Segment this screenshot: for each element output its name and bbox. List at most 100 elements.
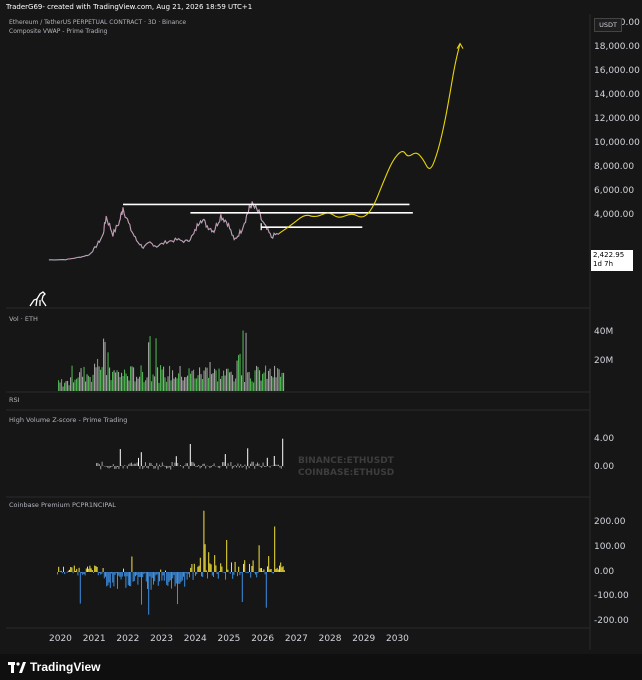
volume-bar	[248, 372, 250, 391]
volume-bar	[221, 376, 223, 391]
premium-bar	[244, 560, 246, 572]
volume-bar	[152, 374, 154, 391]
zscore-bar	[210, 466, 212, 468]
volume-bar	[70, 377, 72, 391]
premium-bar	[226, 540, 228, 572]
price-tick-label: 16,000.00	[594, 66, 640, 76]
tradingview-logo[interactable]: TradingView	[8, 660, 100, 674]
zscore-bar	[272, 465, 274, 466]
premium-bar	[151, 572, 153, 578]
premium-bar	[221, 566, 223, 572]
premium-bar	[277, 569, 279, 572]
zscore-bar	[159, 464, 160, 466]
premium-bar	[256, 572, 258, 578]
zscore-bar	[275, 464, 277, 466]
zscore-bar	[237, 463, 239, 466]
premium-bar	[276, 567, 278, 572]
premium-bar	[171, 572, 172, 589]
volume-bar	[89, 377, 91, 391]
volume-bar	[203, 370, 205, 391]
zscore-bar	[163, 465, 165, 466]
projection-arrowhead	[456, 42, 464, 49]
zscore-bar	[240, 464, 242, 466]
zscore-bar	[269, 466, 271, 468]
premium-bar	[282, 566, 284, 572]
premium-bar	[145, 572, 147, 582]
premium-bar	[129, 572, 130, 586]
zscore-bar	[280, 466, 282, 469]
volume-bar	[190, 373, 192, 391]
volume-bar	[230, 371, 232, 391]
volume-bar	[236, 360, 238, 391]
premium-bar	[109, 572, 111, 588]
zscore-bar	[259, 466, 261, 467]
volume-bar	[169, 365, 171, 391]
premium-tick-label: 0.00	[594, 567, 614, 577]
volume-bar	[133, 367, 135, 391]
zscore-bar	[149, 462, 151, 466]
volume-bar	[97, 358, 99, 391]
volume-bar	[155, 338, 157, 391]
zscore-bar	[205, 466, 207, 469]
premium-bar	[118, 572, 120, 576]
volume-bar	[226, 368, 228, 391]
premium-bar	[76, 568, 78, 572]
zscore-bar	[150, 463, 152, 466]
zscore-bar	[196, 466, 198, 467]
zscore-bar	[168, 466, 170, 468]
premium-bar	[102, 568, 104, 572]
zscore-bar	[126, 466, 128, 469]
pane-separators	[6, 14, 591, 650]
premium-bar	[126, 572, 128, 577]
volume-bar	[104, 341, 106, 391]
zscore-bar	[146, 466, 148, 468]
zscore-bar	[117, 466, 118, 467]
volume-bar	[158, 382, 160, 391]
premium-bar	[237, 572, 238, 577]
zscore-bar	[122, 466, 124, 469]
zscore-bar	[248, 466, 250, 469]
premium-bar	[274, 526, 276, 572]
zscore-bar	[105, 466, 107, 467]
last-price-tag: 2,422.95 1d 7h	[591, 250, 633, 271]
zscore-bar	[97, 462, 99, 466]
volume-bar	[266, 378, 268, 391]
zscore-bar	[107, 466, 109, 468]
volume-bar	[82, 376, 84, 391]
chart-canvas[interactable]: 20,000.0018,000.0016,000.0014,000.0012,0…	[0, 0, 642, 680]
zscore-bar	[131, 462, 132, 466]
premium-bar	[193, 563, 195, 572]
volume-bar	[281, 372, 283, 391]
volume-bar	[188, 368, 190, 391]
currency-badge[interactable]: USDT	[594, 18, 622, 32]
volume-bar	[170, 380, 172, 391]
volume-bar	[197, 375, 199, 391]
volume-bar	[172, 370, 174, 391]
premium-bar	[105, 572, 106, 577]
zscore-bar	[238, 466, 240, 468]
volume-bar	[260, 380, 262, 391]
premium-bar	[72, 572, 74, 574]
premium-bar	[283, 570, 285, 572]
zscore-bar	[209, 466, 211, 469]
volume-bar	[268, 370, 270, 391]
premium-bar	[185, 572, 187, 574]
volume-bar	[167, 376, 169, 391]
premium-bar	[203, 510, 205, 572]
volume-bar	[116, 370, 118, 391]
volume-bar	[239, 353, 241, 391]
premium-bar	[174, 572, 176, 587]
premium-bar	[207, 572, 208, 579]
premium-bar	[165, 570, 166, 572]
volume-bar	[274, 365, 276, 391]
volume-bar	[101, 367, 103, 391]
premium-bar	[154, 572, 156, 582]
zscore-bar	[251, 461, 253, 466]
premium-bar	[211, 572, 213, 576]
premium-bar	[196, 572, 198, 575]
price-tick-label: 6,000.00	[594, 186, 634, 196]
zscore-bar	[139, 466, 141, 469]
premium-bar	[143, 572, 145, 575]
premium-bar	[123, 568, 124, 572]
premium-bar	[275, 569, 277, 572]
